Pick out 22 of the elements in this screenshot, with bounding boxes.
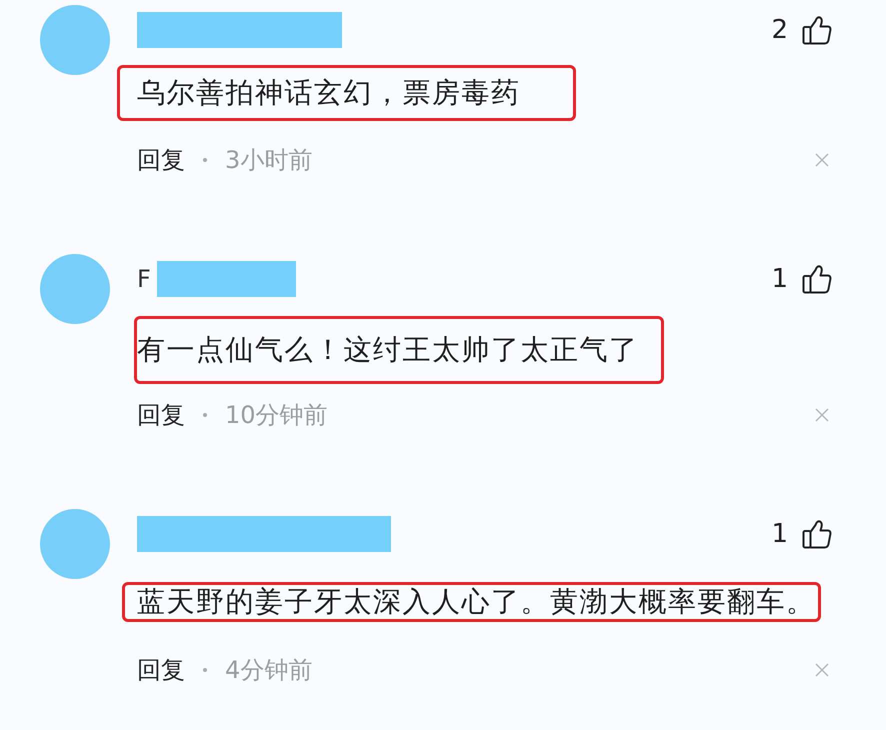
timestamp: 10分钟前 — [225, 402, 328, 428]
separator-dot-icon — [203, 413, 207, 417]
timestamp: 3小时前 — [225, 147, 312, 173]
timestamp: 4分钟前 — [225, 657, 312, 683]
comment-text: 蓝天野的姜子牙太深入人心了。黄渤大概率要翻车。 — [122, 582, 820, 622]
reply-button[interactable]: 回复 — [137, 402, 185, 428]
thumbs-up-icon — [802, 519, 832, 549]
thumbs-up-icon — [802, 264, 832, 294]
separator-dot-icon — [203, 158, 207, 162]
like-button[interactable]: 1 — [771, 519, 832, 549]
reply-button[interactable]: 回复 — [137, 657, 185, 683]
thumbs-up-icon — [802, 15, 832, 45]
close-icon[interactable] — [815, 408, 829, 422]
close-icon[interactable] — [815, 153, 829, 167]
username: F — [137, 265, 151, 293]
close-icon[interactable] — [815, 663, 829, 677]
like-button[interactable]: 2 — [771, 15, 832, 45]
reply-button[interactable]: 回复 — [137, 147, 185, 173]
like-button[interactable]: 1 — [771, 264, 832, 294]
comment-text: 乌尔善拍神话玄幻，票房毒药 — [117, 65, 576, 121]
comment-text: 有一点仙气么！这纣王太帅了太正气了 — [134, 316, 664, 384]
separator-dot-icon — [203, 668, 207, 672]
